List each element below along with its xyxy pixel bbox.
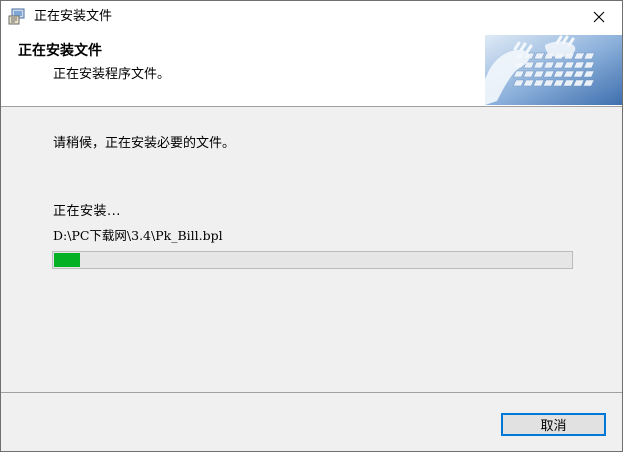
installer-window: 正在安装文件 正在安装文件 正在安装程序文件。 请稍候，正在安装必要的文件。 正… xyxy=(0,0,623,452)
cancel-button-label: 取消 xyxy=(540,419,567,434)
close-icon xyxy=(593,11,605,22)
wizard-header: 正在安装文件 正在安装程序文件。 xyxy=(1,32,622,107)
header-title: 正在安装文件 xyxy=(18,43,102,59)
cancel-button[interactable]: 取消 xyxy=(501,413,606,436)
progress-fill xyxy=(54,253,80,267)
current-file-path: D:\PC下载网\3.4\Pk_Bill.bpl xyxy=(53,228,223,243)
keyboard-hands-image xyxy=(485,35,622,105)
install-progress-bar xyxy=(52,251,573,269)
status-label: 正在安装... xyxy=(53,204,121,219)
installer-icon xyxy=(8,8,26,25)
wait-message: 请稍候，正在安装必要的文件。 xyxy=(53,136,236,151)
close-button[interactable] xyxy=(576,1,622,32)
footer-divider xyxy=(1,392,622,393)
window-title: 正在安装文件 xyxy=(34,9,113,24)
header-subtitle: 正在安装程序文件。 xyxy=(53,67,171,82)
title-bar: 正在安装文件 xyxy=(1,1,622,32)
